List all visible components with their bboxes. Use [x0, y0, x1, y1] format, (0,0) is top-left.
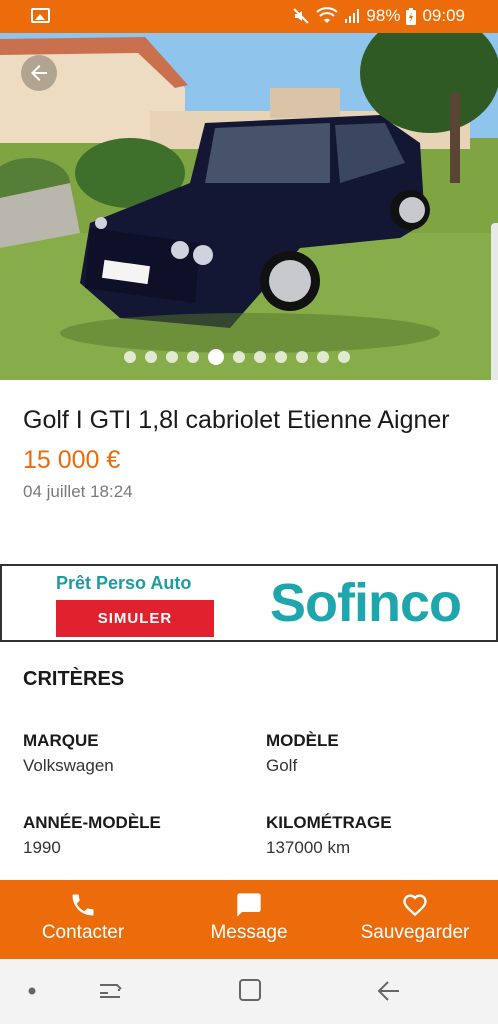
nav-dot-icon	[28, 987, 36, 995]
contact-button[interactable]: Contacter	[0, 880, 166, 959]
save-label: Sauvegarder	[360, 922, 470, 943]
gallery-dot[interactable]	[275, 351, 287, 363]
action-bar: Contacter Message Sauvegarder	[0, 880, 498, 959]
scroll-indicator	[491, 223, 498, 380]
ad-brand-logo: Sofinco	[270, 573, 462, 633]
criteria-brand: MARQUE Volkswagen	[23, 731, 243, 776]
criteria-label: KILOMÉTRAGE	[266, 813, 392, 832]
gallery-dot[interactable]	[254, 351, 266, 363]
contact-label: Contacter	[41, 922, 125, 943]
gallery-dot[interactable]	[233, 351, 245, 363]
heart-icon	[403, 894, 427, 917]
criteria-value: Volkswagen	[23, 756, 114, 775]
listing-date: 04 juillet 18:24	[23, 482, 133, 501]
criteria-year: ANNÉE-MODÈLE 1990	[23, 813, 243, 858]
wifi-icon	[316, 7, 339, 23]
gallery-dot[interactable]	[187, 351, 199, 363]
gallery-dot[interactable]	[145, 351, 157, 363]
ad-headline: Prêt Perso Auto	[56, 573, 192, 593]
listing-price: 15 000 €	[23, 446, 121, 474]
criteria-heading: CRITÈRES	[23, 668, 125, 690]
battery-level: 98%	[366, 6, 401, 25]
nav-back-icon[interactable]	[376, 979, 402, 1003]
gallery-icon	[31, 8, 50, 23]
criteria-value: 137000 km	[266, 838, 351, 857]
criteria-label: MODÈLE	[266, 731, 339, 750]
gallery-dot[interactable]	[208, 349, 224, 365]
gallery-dot[interactable]	[338, 351, 350, 363]
chat-icon	[237, 893, 261, 917]
listing-info: Golf I GTI 1,8l cabriolet Etienne Aigner…	[23, 404, 473, 502]
gallery-dot[interactable]	[166, 351, 178, 363]
save-button[interactable]: Sauvegarder	[332, 880, 498, 959]
car-photo	[0, 33, 498, 380]
ad-banner[interactable]: Prêt Perso Auto SIMULER Sofinco	[0, 564, 498, 642]
criteria-label: MARQUE	[23, 731, 99, 750]
gallery-dot[interactable]	[317, 351, 329, 363]
criteria-value: 1990	[23, 838, 61, 857]
message-label: Message	[210, 922, 288, 943]
criteria-label: ANNÉE-MODÈLE	[23, 813, 161, 832]
listing-title: Golf I GTI 1,8l cabriolet Etienne Aigner	[23, 406, 450, 434]
gallery-pagination[interactable]	[0, 349, 498, 365]
criteria-value: Golf	[266, 756, 298, 775]
back-arrow-icon	[31, 65, 47, 81]
status-bar: 98% 09:09	[0, 0, 498, 33]
criteria-mileage: KILOMÉTRAGE 137000 km	[266, 813, 486, 858]
simulate-button[interactable]: SIMULER	[56, 600, 214, 637]
photo-gallery[interactable]	[0, 33, 498, 380]
battery-icon	[406, 7, 417, 25]
phone-icon	[72, 894, 94, 916]
back-button[interactable]	[21, 55, 57, 91]
system-nav-bar	[0, 959, 498, 1024]
recents-icon[interactable]	[97, 979, 123, 1003]
gallery-dot[interactable]	[124, 351, 136, 363]
signal-icon	[345, 9, 360, 23]
mute-icon	[293, 8, 310, 24]
message-button[interactable]: Message	[166, 880, 332, 959]
clock: 09:09	[422, 6, 465, 25]
gallery-dot[interactable]	[296, 351, 308, 363]
criteria-model: MODÈLE Golf	[266, 731, 486, 776]
home-icon[interactable]	[237, 977, 263, 1003]
